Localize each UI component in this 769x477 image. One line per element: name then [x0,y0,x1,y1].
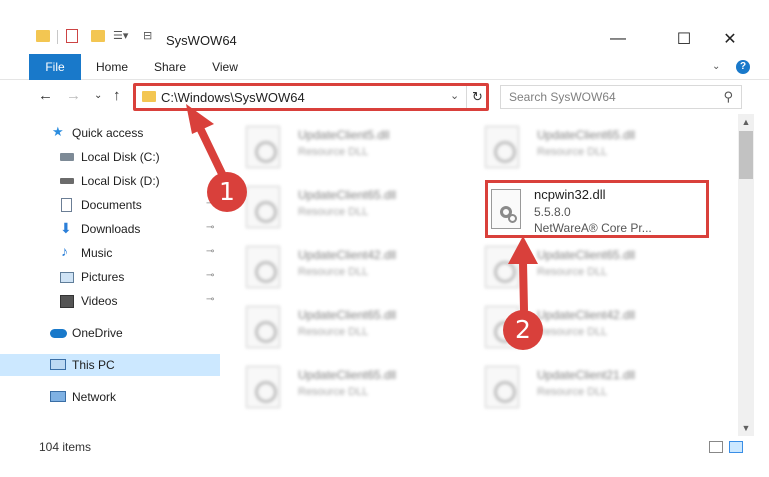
file-tile[interactable]: UpdateClient42.dll Resource DLL [234,240,464,292]
music-icon: ♪ [61,243,68,259]
sidebar-item-this-pc[interactable]: This PC [0,354,220,376]
file-tile[interactable]: UpdateClient65.dll Resource DLL [234,300,464,352]
expand-ribbon-chevron-icon[interactable]: ⌄ [712,61,720,72]
drive-icon [60,178,74,184]
sidebar-item-quick-access[interactable]: ★ Quick access [0,122,220,144]
file-tile[interactable]: UpdateClient65.dll Resource DLL [473,120,703,172]
window-title: SysWOW64 [166,33,237,48]
file-list: UpdateClient5.dll Resource DLL UpdateCli… [230,114,738,434]
step-2-badge: 2 [503,310,543,350]
tab-view[interactable]: View [205,54,245,80]
ribbon: File Home Share View ⌄ ? [0,54,769,80]
network-icon [50,391,66,402]
file-tile[interactable]: UpdateClient21.dll Resource DLL [473,360,703,412]
new-folder-icon[interactable] [91,30,105,42]
sidebar-item-onedrive[interactable]: OneDrive [0,322,220,344]
folder-icon[interactable] [36,30,50,42]
file-tile[interactable]: UpdateClient65.dll Resource DLL [473,240,703,292]
videos-icon [60,295,74,308]
properties-icon[interactable] [66,29,78,43]
file-tile[interactable]: UpdateClient65.dll Resource DLL [234,360,464,412]
file-description: NetWareA® Core Pr... [534,221,652,235]
separator [57,30,58,44]
close-button[interactable]: ✕ [708,26,752,52]
title-bar: ☰▾ ⊟ SysWOW64 — ☐ ✕ [0,0,769,54]
vertical-scrollbar[interactable]: ▲ ▼ [738,114,754,436]
highlighted-file-tile[interactable]: ncpwin32.dll 5.5.8.0 NetWareA® Core Pr..… [485,180,709,238]
navigation-pane: ★ Quick access Local Disk (C:) 📌 Local D… [0,114,225,434]
cloud-icon [50,329,67,338]
minimize-button[interactable]: — [596,26,640,52]
details-view-icon[interactable] [709,441,723,453]
help-icon[interactable]: ? [736,60,750,74]
navigation-bar: ← → ⌄ ↑ C:\Windows\SysWOW64 ⌄ ↻ Search S… [0,80,769,114]
download-icon: ⬇ [60,220,72,236]
drive-icon [60,153,74,161]
sidebar-item-documents[interactable]: Documents ⊸ [0,194,220,216]
star-icon: ★ [52,124,64,139]
status-bar: 104 items [0,436,769,458]
customize-toolbar-icon[interactable]: ☰▾ [113,29,128,42]
tab-file[interactable]: File [29,54,81,80]
dll-file-icon [246,186,280,228]
search-icon[interactable]: ⚲ [723,89,733,105]
pictures-icon [60,272,74,283]
sidebar-item-network[interactable]: Network [0,386,220,408]
back-arrow-icon[interactable]: ← [38,87,53,104]
recent-locations-chevron-icon[interactable]: ⌄ [94,90,102,101]
separator: ⊟ [143,30,153,42]
pin-icon[interactable]: ⊸ [206,294,214,305]
large-icons-view-icon[interactable] [729,441,743,453]
sidebar-item-music[interactable]: ♪ Music ⊸ [0,242,220,264]
pin-icon[interactable]: ⊸ [206,246,214,257]
pin-icon[interactable]: ⊸ [206,222,214,233]
file-version: 5.5.8.0 [534,205,571,219]
pin-icon[interactable]: ⊸ [206,270,214,281]
tab-share[interactable]: Share [148,54,192,80]
dll-file-icon [491,189,521,229]
dll-file-icon [485,246,519,288]
up-arrow-icon[interactable]: ↑ [113,87,121,104]
step-1-badge: 1 [207,172,247,212]
search-placeholder: Search SysWOW64 [509,90,616,104]
dll-file-icon [485,366,519,408]
documents-icon [61,198,72,212]
forward-arrow-icon[interactable]: → [66,87,81,104]
tab-home[interactable]: Home [90,54,134,80]
maximize-button[interactable]: ☐ [662,26,706,52]
dll-file-icon [246,246,280,288]
gear-icon [508,214,517,223]
file-tile[interactable]: UpdateClient65.dll Resource DLL [234,180,464,232]
computer-icon [50,359,66,370]
scroll-thumb[interactable] [739,131,753,179]
sidebar-item-local-disk-d[interactable]: Local Disk (D:) [0,170,220,192]
dll-file-icon [485,126,519,168]
sidebar-item-local-disk-c[interactable]: Local Disk (C:) 📌 [0,146,220,168]
sidebar-item-pictures[interactable]: Pictures ⊸ [0,266,220,288]
sidebar-item-downloads[interactable]: ⬇ Downloads ⊸ [0,218,220,240]
dll-file-icon [246,306,280,348]
address-highlight-box [133,83,489,111]
search-input[interactable]: Search SysWOW64 ⚲ [500,85,742,109]
file-name: ncpwin32.dll [534,187,606,202]
dll-file-icon [246,126,280,168]
sidebar-item-videos[interactable]: Videos ⊸ [0,290,220,312]
scroll-down-arrow-icon[interactable]: ▼ [738,420,754,436]
scroll-up-arrow-icon[interactable]: ▲ [738,114,754,130]
item-count: 104 items [39,440,92,454]
dll-file-icon [246,366,280,408]
file-tile[interactable]: UpdateClient5.dll Resource DLL [234,120,464,172]
